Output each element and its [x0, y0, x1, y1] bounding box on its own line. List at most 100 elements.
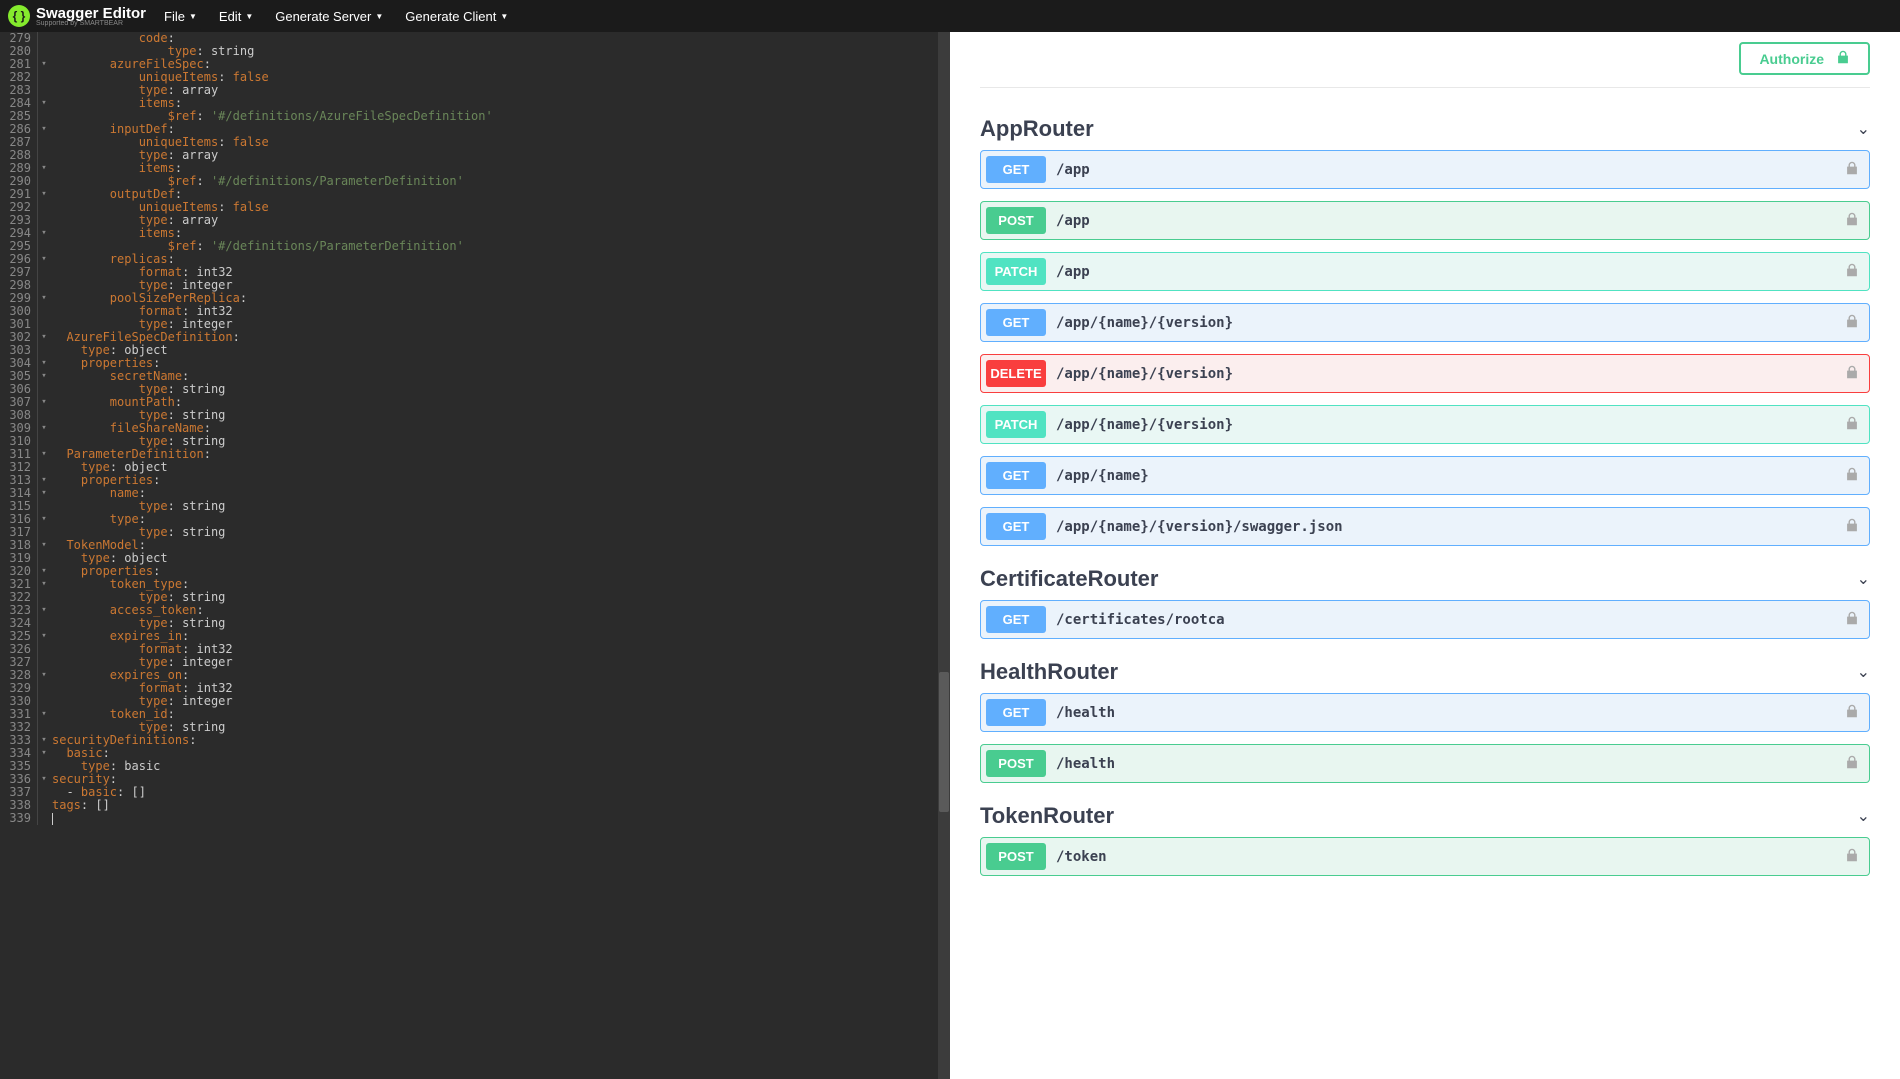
fold-toggle[interactable]: ▾: [38, 253, 50, 266]
code-editor[interactable]: 2792802812822832842852862872882892902912…: [0, 32, 950, 1079]
operation-row[interactable]: POST/app: [980, 201, 1870, 240]
fold-toggle[interactable]: ▾: [38, 734, 50, 747]
fold-toggle[interactable]: ▾: [38, 422, 50, 435]
fold-toggle[interactable]: ▾: [38, 565, 50, 578]
logo[interactable]: { } Swagger Editor Supported by SMARTBEA…: [8, 5, 146, 27]
fold-toggle[interactable]: ▾: [38, 448, 50, 461]
unlock-icon[interactable]: [1845, 467, 1859, 484]
code-line[interactable]: $ref: '#/definitions/AzureFileSpecDefini…: [52, 110, 950, 123]
authorize-button[interactable]: Authorize: [1739, 42, 1870, 75]
fold-toggle[interactable]: ▾: [38, 357, 50, 370]
fold-toggle: [38, 760, 50, 773]
fold-toggle[interactable]: ▾: [38, 487, 50, 500]
fold-toggle[interactable]: ▾: [38, 331, 50, 344]
code-line[interactable]: type: array: [52, 214, 950, 227]
code-line[interactable]: $ref: '#/definitions/ParameterDefinition…: [52, 175, 950, 188]
tag-header-tokenrouter[interactable]: TokenRouter⌄: [980, 795, 1870, 837]
method-badge: GET: [986, 156, 1046, 183]
unlock-icon[interactable]: [1845, 848, 1859, 865]
code-line[interactable]: tags: []: [52, 799, 950, 812]
operation-row[interactable]: GET/app/{name}/{version}/swagger.json: [980, 507, 1870, 546]
operation-row[interactable]: DELETE/app/{name}/{version}: [980, 354, 1870, 393]
unlock-icon[interactable]: [1845, 704, 1859, 721]
code-line[interactable]: TokenModel:: [52, 539, 950, 552]
fold-toggle[interactable]: ▾: [38, 123, 50, 136]
fold-toggle[interactable]: ▾: [38, 669, 50, 682]
method-badge: GET: [986, 309, 1046, 336]
operation-row[interactable]: GET/app: [980, 150, 1870, 189]
fold-toggle[interactable]: ▾: [38, 747, 50, 760]
fold-toggle: [38, 552, 50, 565]
operation-row[interactable]: POST/token: [980, 837, 1870, 876]
fold-toggle[interactable]: ▾: [38, 513, 50, 526]
code-line[interactable]: security:: [52, 773, 950, 786]
code-line[interactable]: type: string: [52, 383, 950, 396]
operation-row[interactable]: PATCH/app: [980, 252, 1870, 291]
code-line[interactable]: type: string: [52, 526, 950, 539]
fold-toggle[interactable]: ▾: [38, 227, 50, 240]
fold-toggle[interactable]: ▾: [38, 97, 50, 110]
fold-toggle[interactable]: ▾: [38, 162, 50, 175]
unlock-icon[interactable]: [1845, 263, 1859, 280]
unlock-icon[interactable]: [1845, 518, 1859, 535]
operation-row[interactable]: GET/health: [980, 693, 1870, 732]
code-line[interactable]: ParameterDefinition:: [52, 448, 950, 461]
unlock-icon[interactable]: [1845, 212, 1859, 229]
unlock-icon[interactable]: [1845, 161, 1859, 178]
fold-toggle[interactable]: ▾: [38, 370, 50, 383]
menu-item-generate-client[interactable]: Generate Client▼: [405, 9, 508, 24]
tag-header-certificaterouter[interactable]: CertificateRouter⌄: [980, 558, 1870, 600]
fold-toggle: [38, 344, 50, 357]
code-line[interactable]: type: string: [52, 500, 950, 513]
code-line[interactable]: type: basic: [52, 760, 950, 773]
fold-toggle[interactable]: ▾: [38, 539, 50, 552]
code-line[interactable]: type: object: [52, 461, 950, 474]
operation-row[interactable]: GET/app/{name}: [980, 456, 1870, 495]
code-line[interactable]: $ref: '#/definitions/ParameterDefinition…: [52, 240, 950, 253]
tag-header-approuter[interactable]: AppRouter⌄: [980, 108, 1870, 150]
preview-pane: Authorize AppRouter⌄GET/app POST/app PATCH…: [950, 32, 1900, 1079]
authorize-label: Authorize: [1759, 51, 1824, 67]
fold-toggle: [38, 45, 50, 58]
code-line[interactable]: type: array: [52, 84, 950, 97]
code-line[interactable]: type: array: [52, 149, 950, 162]
fold-toggle[interactable]: ▾: [38, 474, 50, 487]
unlock-icon[interactable]: [1845, 365, 1859, 382]
code-line[interactable]: type: object: [52, 344, 950, 357]
fold-toggle[interactable]: ▾: [38, 708, 50, 721]
fold-toggle[interactable]: ▾: [38, 630, 50, 643]
operation-row[interactable]: GET/certificates/rootca: [980, 600, 1870, 639]
operation-row[interactable]: POST/health: [980, 744, 1870, 783]
unlock-icon[interactable]: [1845, 611, 1859, 628]
code-line[interactable]: properties:: [52, 474, 950, 487]
operation-row[interactable]: GET/app/{name}/{version}: [980, 303, 1870, 342]
code-line[interactable]: type: object: [52, 552, 950, 565]
fold-toggle[interactable]: ▾: [38, 578, 50, 591]
unlock-icon[interactable]: [1845, 755, 1859, 772]
fold-toggle[interactable]: ▾: [38, 604, 50, 617]
code-line[interactable]: basic:: [52, 747, 950, 760]
fold-toggle[interactable]: ▾: [38, 773, 50, 786]
method-badge: PATCH: [986, 411, 1046, 438]
editor-scrollbar[interactable]: [938, 32, 950, 1079]
fold-toggle[interactable]: ▾: [38, 292, 50, 305]
code-line[interactable]: AzureFileSpecDefinition:: [52, 331, 950, 344]
fold-toggle[interactable]: ▾: [38, 396, 50, 409]
code-line[interactable]: [52, 812, 950, 825]
menu-item-generate-server[interactable]: Generate Server▼: [275, 9, 383, 24]
lock-icon: [1836, 50, 1850, 67]
method-badge: GET: [986, 462, 1046, 489]
tag-header-healthrouter[interactable]: HealthRouter⌄: [980, 651, 1870, 693]
fold-toggle[interactable]: ▾: [38, 188, 50, 201]
fold-toggle[interactable]: ▾: [38, 58, 50, 71]
unlock-icon[interactable]: [1845, 314, 1859, 331]
method-badge: GET: [986, 699, 1046, 726]
editor-scrollbar-thumb[interactable]: [939, 672, 949, 812]
code-line[interactable]: type: integer: [52, 695, 950, 708]
code-line[interactable]: - basic: []: [52, 786, 950, 799]
operation-row[interactable]: PATCH/app/{name}/{version}: [980, 405, 1870, 444]
menu-item-file[interactable]: File▼: [164, 9, 197, 24]
unlock-icon[interactable]: [1845, 416, 1859, 433]
menu-item-edit[interactable]: Edit▼: [219, 9, 253, 24]
code-line[interactable]: securityDefinitions:: [52, 734, 950, 747]
